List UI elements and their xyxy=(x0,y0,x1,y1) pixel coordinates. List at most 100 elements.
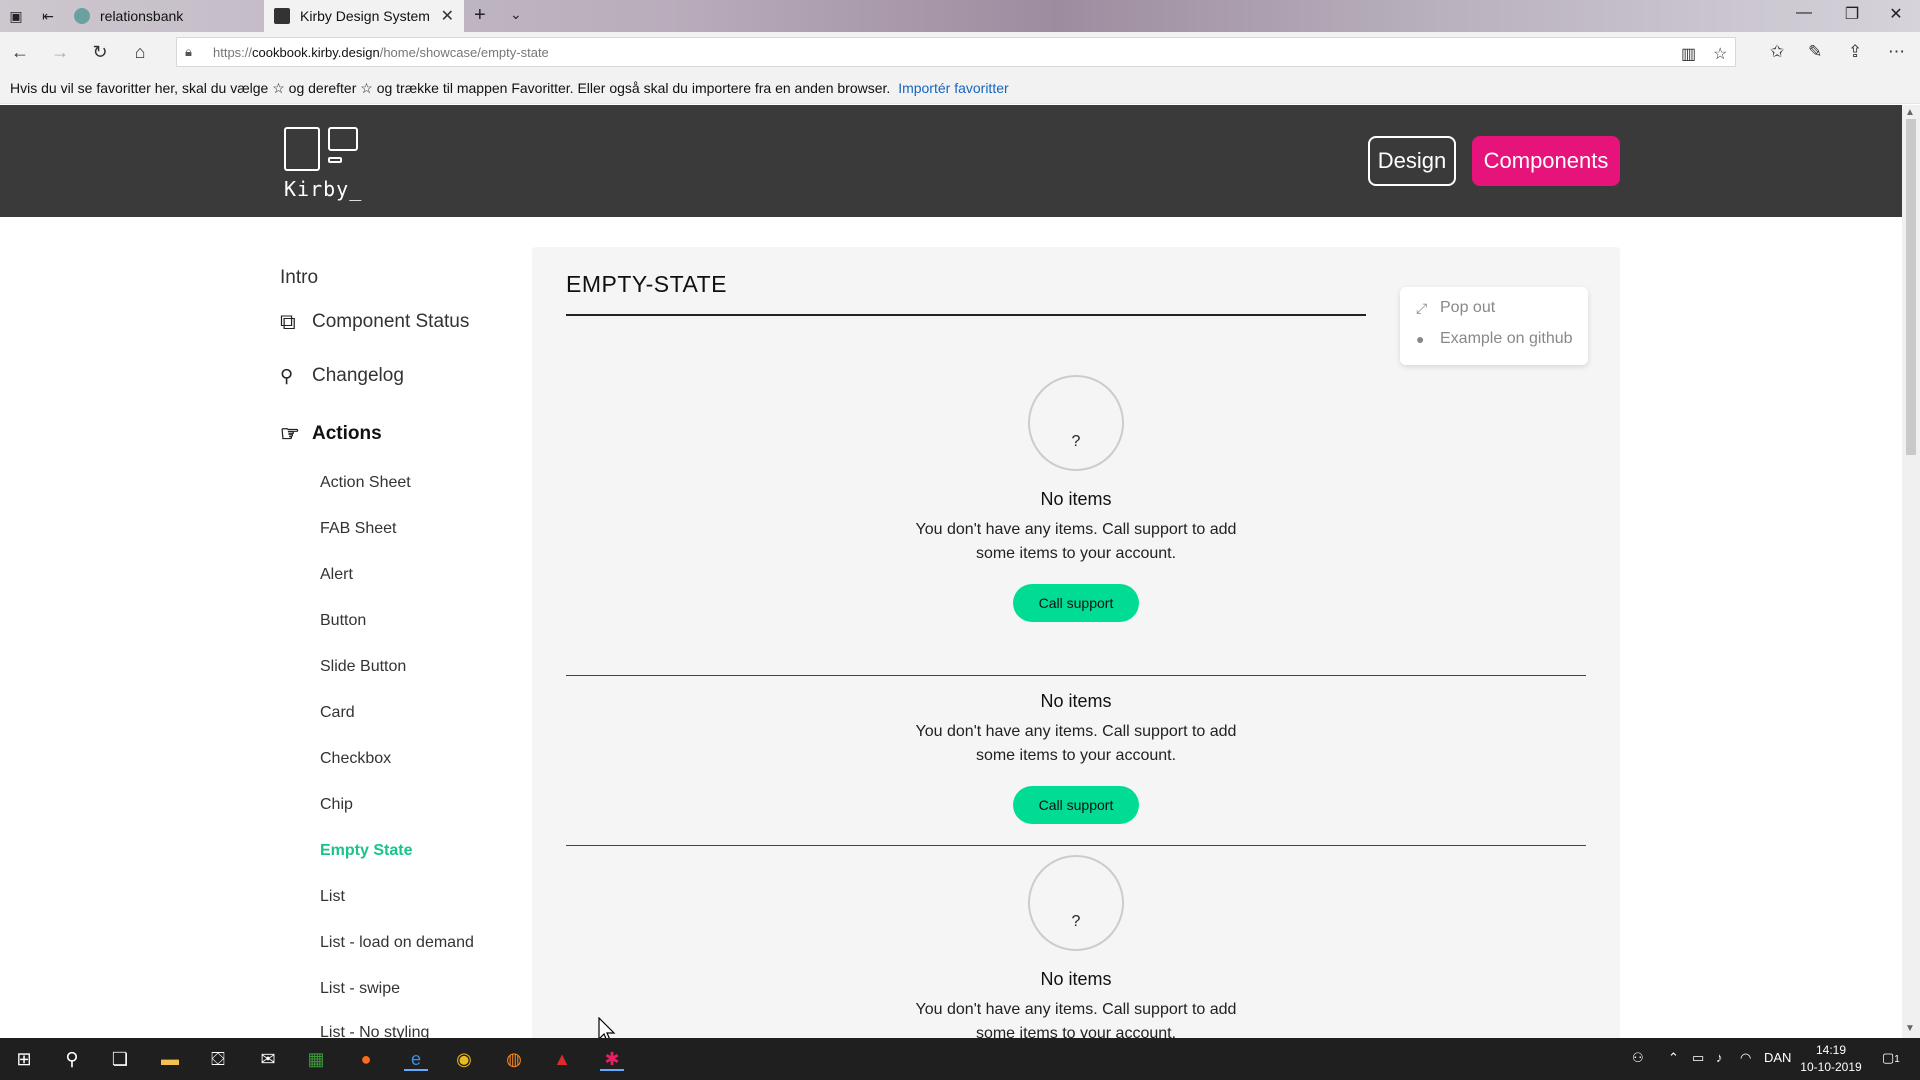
refresh-icon[interactable]: ↻ xyxy=(88,42,112,63)
call-support-button[interactable]: Call support xyxy=(1013,584,1139,622)
favorite-star-icon[interactable]: ☆ xyxy=(1713,44,1727,64)
sidebar-item-label: Changelog xyxy=(312,365,404,386)
mail-icon[interactable]: ✉ xyxy=(256,1047,280,1071)
firefox-icon[interactable]: ◍ xyxy=(502,1047,526,1071)
kirby-logo[interactable]: Kirby_ xyxy=(284,121,376,201)
slack-icon[interactable]: ✱ xyxy=(600,1047,624,1071)
share-icon[interactable]: ⇪ xyxy=(1848,42,1862,62)
forward-icon[interactable]: → xyxy=(48,42,72,63)
sidebar-sub-alert[interactable]: Alert xyxy=(320,566,353,584)
sidebar-item-component-status[interactable]: ⧉ Component Status xyxy=(280,309,469,335)
logo-shape xyxy=(328,157,342,163)
language-indicator[interactable]: DAN xyxy=(1764,1050,1791,1065)
design-button[interactable]: Design xyxy=(1368,136,1456,186)
url-host: cookbook.kirby.design xyxy=(252,45,380,60)
github-link[interactable]: ● Example on github xyxy=(1416,330,1573,348)
windows-taskbar: ⊞ ⚲ ❏ ▬ ⛋ ✉ ▦ ● e ◉ ◍ ▲ ✱ ⚇ ⌃ ▭ ♪ ◠ DAN … xyxy=(0,1038,1920,1080)
sidebar-item-label: Actions xyxy=(312,423,382,444)
sidebar-sub-chip[interactable]: Chip xyxy=(320,796,353,814)
empty-state-description: You don't have any items. Call support t… xyxy=(915,521,1237,562)
sidebar-sub-list[interactable]: List xyxy=(320,888,345,906)
sidebar-item-intro[interactable]: Intro xyxy=(280,267,318,289)
more-icon[interactable]: ⋯ xyxy=(1888,42,1905,62)
favorites-hub-icon[interactable]: ✩ xyxy=(1770,42,1784,62)
spreadsheet-app-icon[interactable]: ▦ xyxy=(304,1047,328,1071)
chevron-up-icon[interactable]: ⌃ xyxy=(1668,1050,1679,1066)
hand-pointer-icon: ☞ xyxy=(280,421,300,446)
expand-icon: ⤢ xyxy=(1416,299,1428,316)
set-aside-tabs-icon[interactable]: ⇤ xyxy=(38,6,58,26)
wifi-icon[interactable]: ◠ xyxy=(1740,1050,1751,1066)
minimize-icon[interactable]: — xyxy=(1784,4,1824,22)
angular-icon[interactable]: ▲ xyxy=(550,1047,574,1071)
sidebar-item-actions[interactable]: ☞ Actions xyxy=(280,421,382,447)
close-tab-icon[interactable]: ✕ xyxy=(441,6,454,26)
title-divider xyxy=(566,314,1366,316)
search-icon[interactable]: ⚲ xyxy=(60,1047,84,1071)
windows-start-icon[interactable]: ⊞ xyxy=(12,1047,36,1071)
sidebar-sub-button[interactable]: Button xyxy=(320,612,366,630)
tab-label: relationsbank xyxy=(100,8,184,24)
github-label: Example on github xyxy=(1440,330,1573,347)
clock[interactable]: 14:19 10-10-2019 xyxy=(1796,1042,1866,1076)
volume-icon[interactable]: ♪ xyxy=(1716,1050,1723,1065)
store-icon[interactable]: ⛋ xyxy=(206,1047,230,1071)
sidebar-sub-empty-state[interactable]: Empty State xyxy=(320,842,412,860)
sidebar-sub-card[interactable]: Card xyxy=(320,704,355,722)
showcase-panel: EMPTY-STATE ⤢ Pop out ● Example on githu… xyxy=(532,247,1620,1038)
chevron-down-icon[interactable]: ⌄ xyxy=(510,6,522,23)
lock-icon: 🔒︎ xyxy=(185,44,192,59)
new-tab-icon[interactable]: + xyxy=(474,4,486,27)
question-mark-icon: ? xyxy=(1071,913,1081,930)
restore-icon[interactable]: ❐ xyxy=(1832,4,1872,24)
back-icon[interactable]: ← xyxy=(8,42,32,63)
kirby-favicon-icon xyxy=(274,8,290,24)
page-title: EMPTY-STATE xyxy=(566,271,727,297)
scrollbar-thumb[interactable] xyxy=(1906,119,1916,455)
people-icon[interactable]: ⚇ xyxy=(1632,1050,1644,1066)
tab-relationsbank[interactable]: relationsbank xyxy=(64,0,264,32)
chrome-icon[interactable]: ◉ xyxy=(452,1047,476,1071)
notifications-icon[interactable]: ▢1 xyxy=(1882,1050,1900,1066)
sidebar-sub-checkbox[interactable]: Checkbox xyxy=(320,750,391,768)
url-field[interactable]: 🔒︎ https://cookbook.kirby.design/home/sh… xyxy=(176,37,1736,67)
sidebar-item-changelog[interactable]: ⚲ Changelog xyxy=(280,365,404,387)
empty-state-title: No items xyxy=(1040,489,1112,509)
sidebar-sub-list-load-on-demand[interactable]: List - load on demand xyxy=(320,934,474,952)
sidebar-sub-list-no-styling[interactable]: List - No styling xyxy=(320,1024,429,1038)
orange-app-icon[interactable]: ● xyxy=(354,1047,378,1071)
balloon-icon: ⚲ xyxy=(280,365,294,386)
tab-list-icon[interactable]: ▣ xyxy=(6,6,26,26)
clock-date: 10-10-2019 xyxy=(1800,1060,1862,1074)
example-links-card: ⤢ Pop out ● Example on github xyxy=(1400,287,1588,365)
sidebar-sub-fab-sheet[interactable]: FAB Sheet xyxy=(320,520,397,538)
import-favorites-link[interactable]: Importér favoritter xyxy=(898,80,1008,96)
edge-browser-icon[interactable]: e xyxy=(404,1047,428,1071)
pen-icon[interactable]: ✎ xyxy=(1808,42,1822,62)
components-button[interactable]: Components xyxy=(1472,136,1620,186)
battery-icon[interactable]: ▭ xyxy=(1692,1050,1704,1066)
home-icon[interactable]: ⌂ xyxy=(128,42,152,63)
close-window-icon[interactable]: ✕ xyxy=(1876,4,1916,24)
empty-state-icon: ? xyxy=(1028,375,1124,471)
task-view-icon[interactable]: ❏ xyxy=(108,1047,132,1071)
scroll-down-icon[interactable]: ▼ xyxy=(1905,1023,1915,1034)
question-mark-icon: ? xyxy=(1071,433,1081,450)
sidebar-sub-slide-button[interactable]: Slide Button xyxy=(320,658,406,676)
clock-time: 14:19 xyxy=(1815,1043,1847,1057)
sidebar-sub-list-swipe[interactable]: List - swipe xyxy=(320,980,400,998)
pop-out-link[interactable]: ⤢ Pop out xyxy=(1416,299,1495,317)
logo-shape xyxy=(328,127,358,151)
reading-view-icon[interactable]: ▥ xyxy=(1681,44,1696,64)
component-status-icon: ⧉ xyxy=(280,309,296,334)
tab-kirby-design-system[interactable]: Kirby Design System ✕ xyxy=(264,0,464,32)
file-explorer-icon[interactable]: ▬ xyxy=(158,1047,182,1071)
page-scrollbar[interactable]: ▲ ▼ xyxy=(1902,105,1920,1038)
site-header: Kirby_ Design Components xyxy=(0,105,1902,217)
sidebar-sub-action-sheet[interactable]: Action Sheet xyxy=(320,474,411,492)
url-prefix: https:// xyxy=(213,45,253,60)
pop-out-label: Pop out xyxy=(1440,299,1496,316)
scroll-up-icon[interactable]: ▲ xyxy=(1905,107,1915,118)
call-support-button[interactable]: Call support xyxy=(1013,786,1139,824)
empty-state-example: No items You don't have any items. Call … xyxy=(566,691,1586,824)
